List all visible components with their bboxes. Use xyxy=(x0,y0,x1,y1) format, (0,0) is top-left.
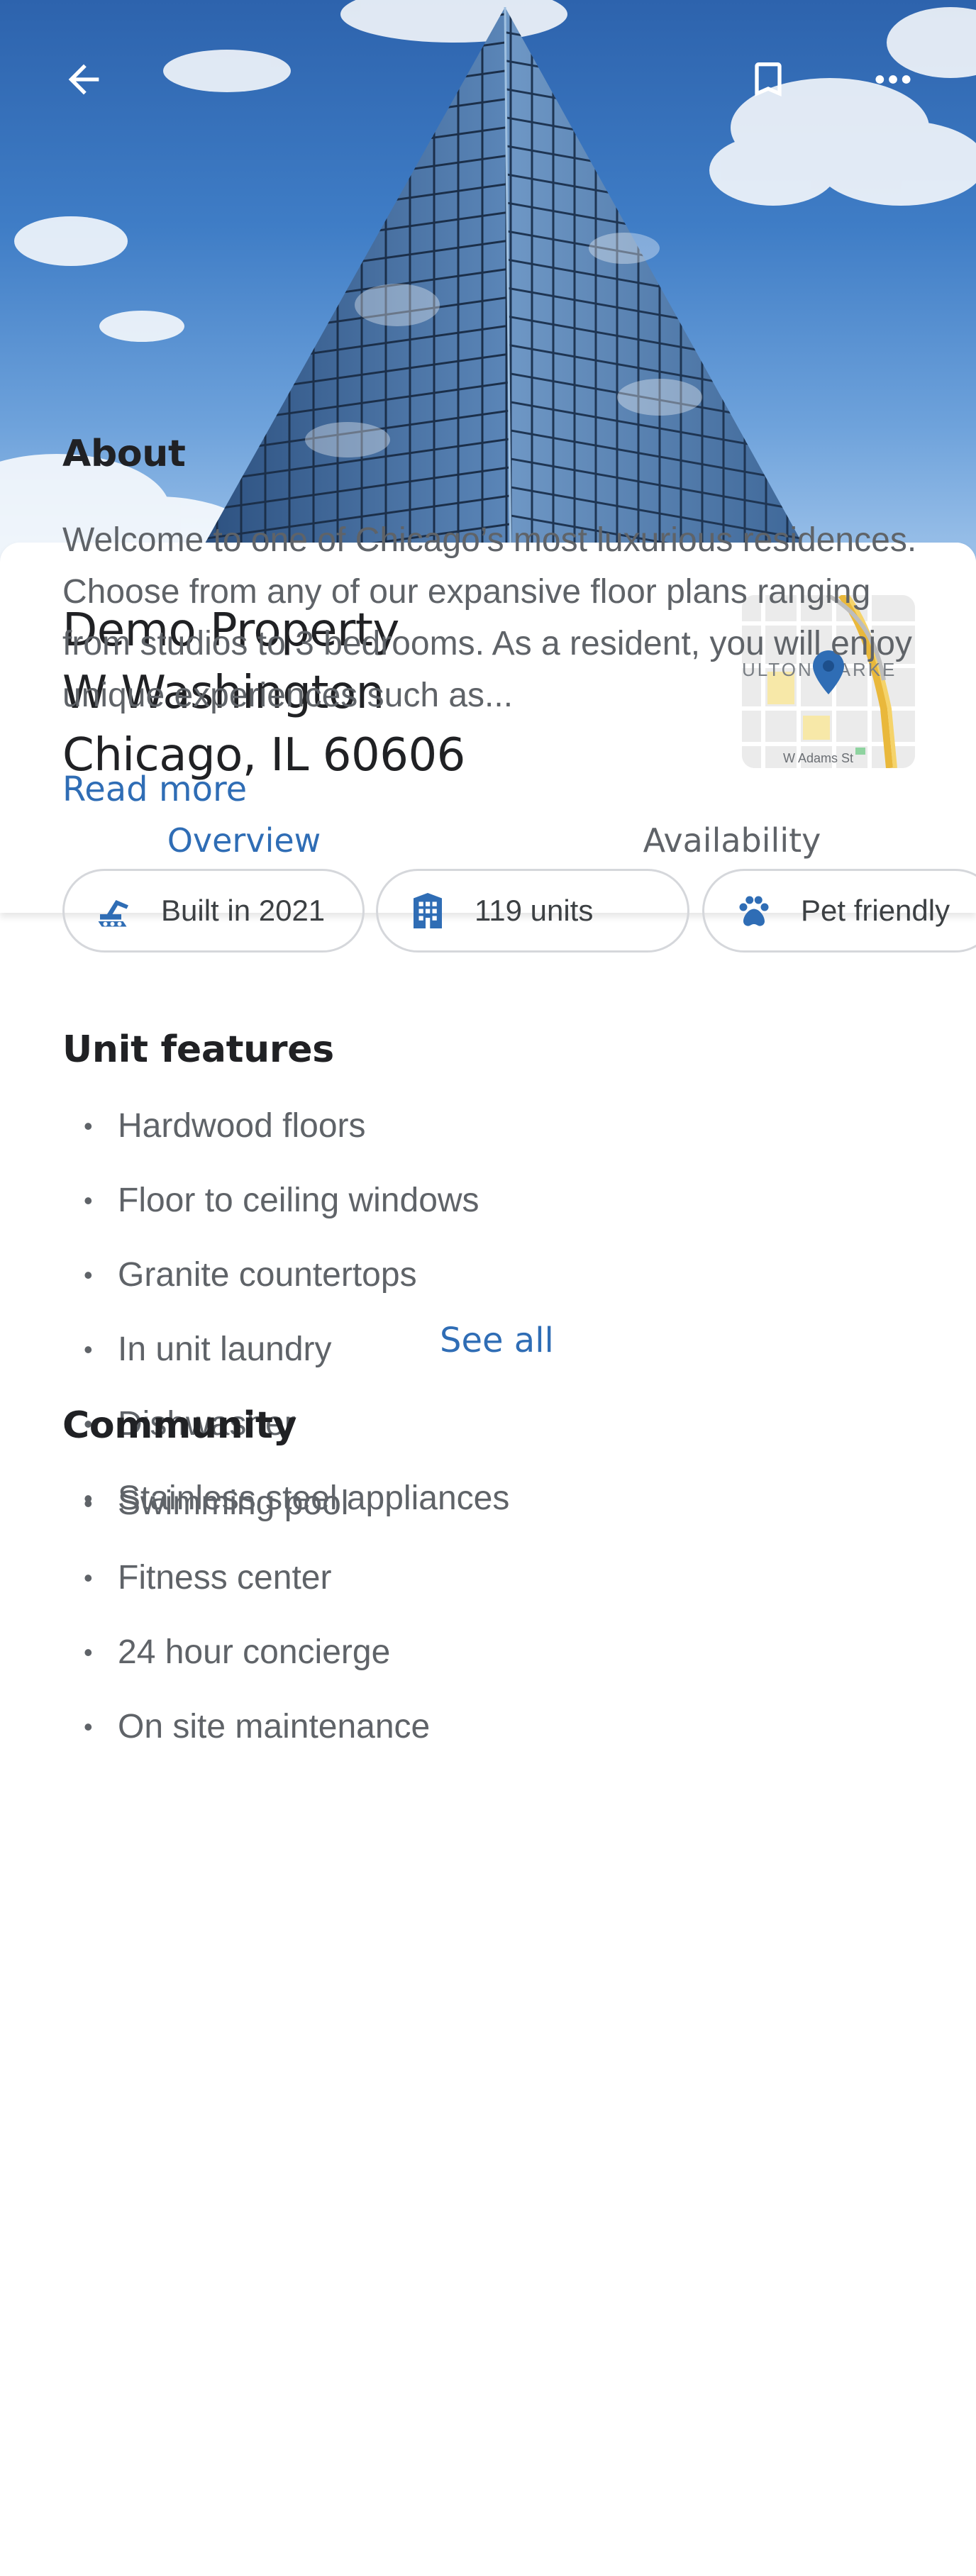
more-horizontal-icon xyxy=(875,75,911,84)
bullet: • xyxy=(84,1260,93,1289)
about-description: Welcome to one of Chicago’s most luxurio… xyxy=(62,521,917,714)
bullet: • xyxy=(84,1111,93,1140)
chip-units-label: 119 units xyxy=(475,894,594,927)
crane-icon xyxy=(93,889,135,932)
community-heading: Community xyxy=(62,1404,297,1447)
property-highlight-chips: Built in 2021 119 units Pet friendly xyxy=(62,869,976,954)
tab-overview[interactable]: Overview xyxy=(0,805,488,876)
bullet: • xyxy=(84,1185,93,1215)
list-item: • Fitness center xyxy=(62,1540,914,1615)
list-item: • Hardwood floors xyxy=(62,1089,914,1163)
chip-units[interactable]: 119 units xyxy=(376,869,689,953)
about-heading: About xyxy=(62,433,186,475)
chip-pet-friendly[interactable]: Pet friendly xyxy=(702,869,976,953)
chip-built-year-label: Built in 2021 xyxy=(161,894,326,927)
bullet: • xyxy=(84,1711,93,1741)
list-item: • Floor to ceiling windows xyxy=(62,1163,914,1238)
paw-icon xyxy=(733,889,775,932)
list-item: • 24 hour concierge xyxy=(62,1615,914,1689)
back-button[interactable] xyxy=(47,43,121,116)
building-photo xyxy=(0,0,976,567)
see-all-unit-features-link[interactable]: See all xyxy=(440,1321,554,1360)
list-item: • Granite countertops xyxy=(62,1238,914,1312)
read-more-link[interactable]: Read more xyxy=(62,770,247,809)
chip-built-year[interactable]: Built in 2021 xyxy=(62,869,365,953)
bullet: • xyxy=(84,1637,93,1667)
building-icon xyxy=(406,889,449,932)
hero-image xyxy=(0,0,976,567)
more-options-button[interactable] xyxy=(856,43,930,116)
arrow-back-icon xyxy=(68,64,99,95)
bookmark-icon xyxy=(755,62,782,96)
bullet: • xyxy=(84,1488,93,1518)
unit-features-heading: Unit features xyxy=(62,1028,334,1071)
list-item: • Swimming pool xyxy=(62,1466,914,1540)
bookmark-button[interactable] xyxy=(731,43,805,116)
tab-bar: Overview Availability xyxy=(0,805,976,876)
bullet: • xyxy=(84,1562,93,1592)
map-label-street: W Adams St xyxy=(783,751,853,765)
chip-pet-friendly-label: Pet friendly xyxy=(801,894,950,927)
list-item: • On site maintenance xyxy=(62,1689,914,1764)
tab-availability[interactable]: Availability xyxy=(488,805,976,876)
community-list: • Swimming pool • Fitness center • 24 hour … xyxy=(62,1466,914,1764)
bullet: • xyxy=(84,1334,93,1364)
